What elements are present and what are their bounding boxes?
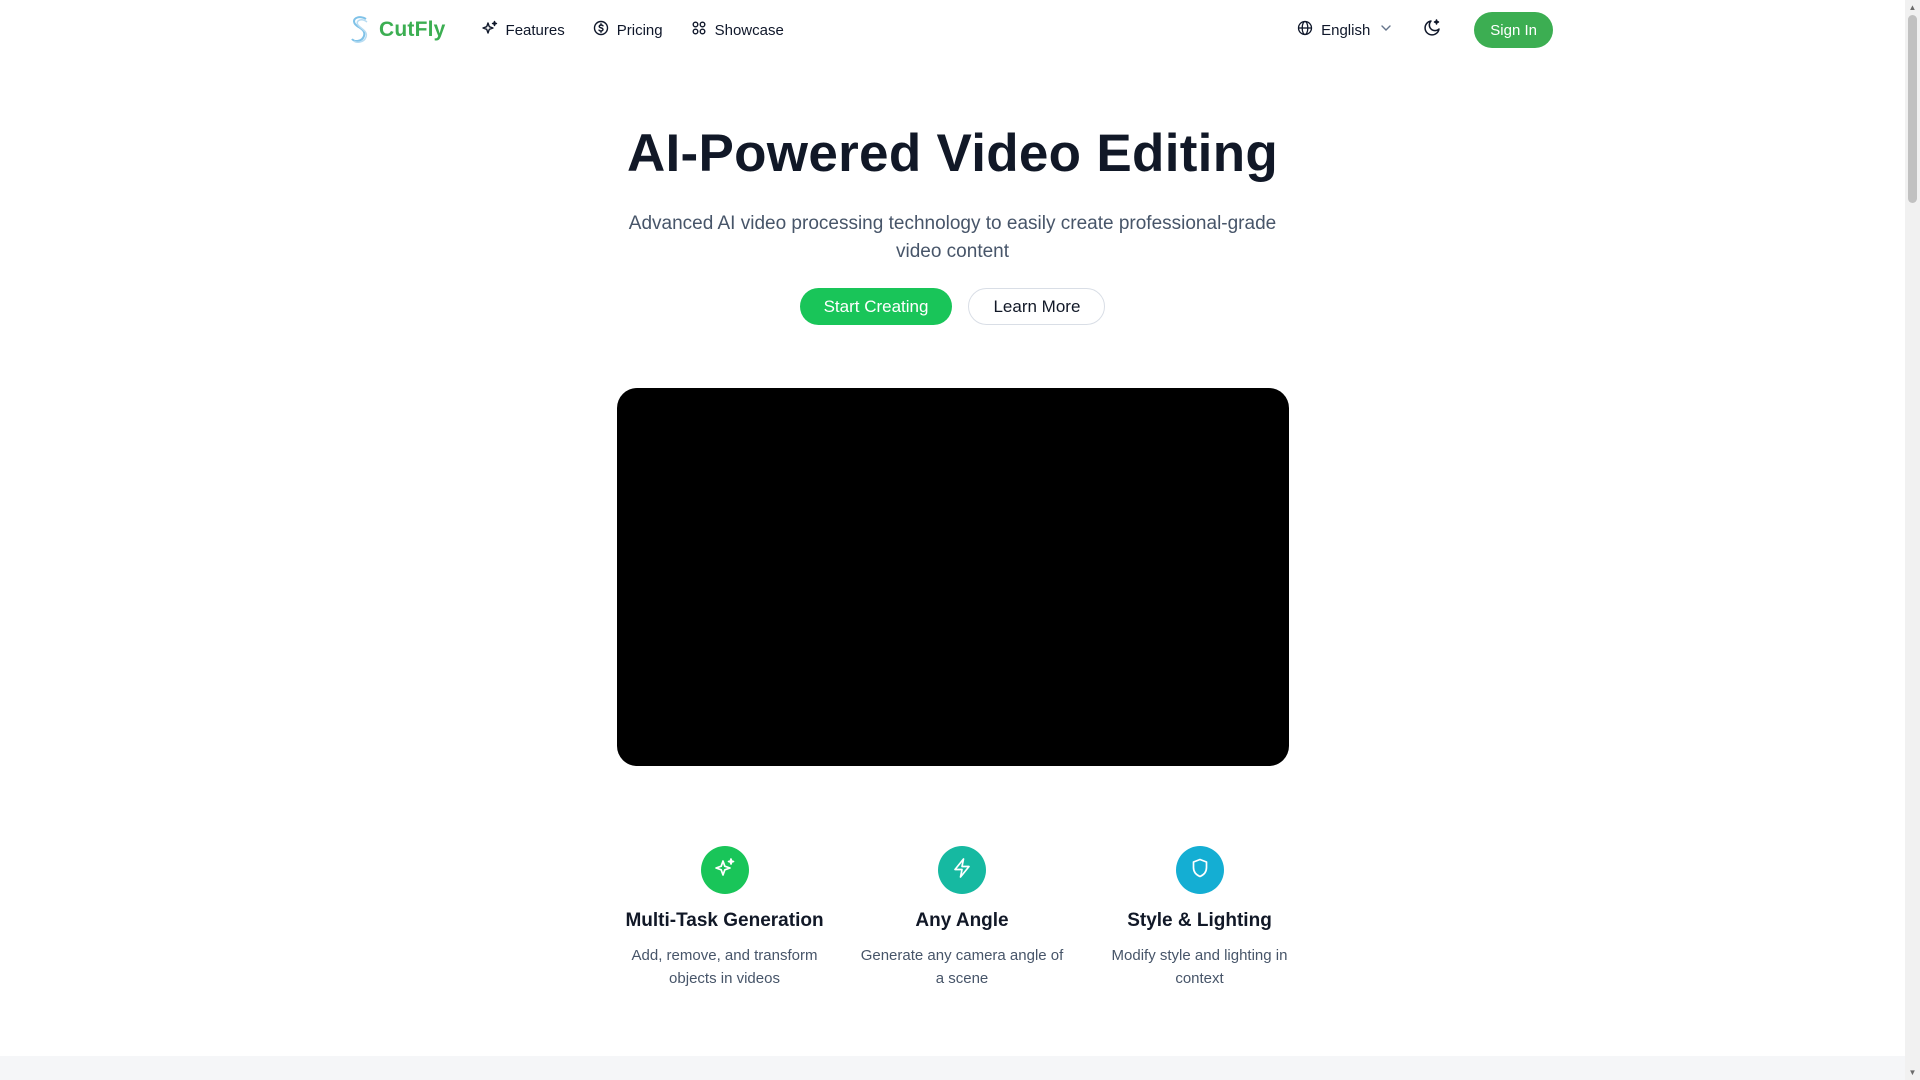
grid-icon bbox=[691, 20, 707, 40]
feature-icon-circle bbox=[938, 846, 986, 894]
start-creating-button[interactable]: Start Creating bbox=[799, 288, 953, 325]
feature-description: Add, remove, and transform objects in vi… bbox=[631, 947, 818, 987]
feature-icon-circle bbox=[700, 846, 749, 894]
feature-icon-circle bbox=[1175, 846, 1224, 894]
lightning-icon bbox=[951, 857, 973, 884]
language-label: English bbox=[1321, 21, 1371, 39]
hero-subtitle: Advanced AI video processing technology … bbox=[628, 213, 1277, 262]
sparkles-icon bbox=[481, 20, 498, 40]
scrollbar-thumb[interactable] bbox=[1908, 15, 1917, 203]
feature-any-angle: Any Angle Generate any camera angle of a… bbox=[855, 846, 1070, 990]
sign-in-button[interactable]: Sign In bbox=[1474, 12, 1553, 48]
video-player[interactable] bbox=[617, 388, 1289, 766]
dollar-circle-icon bbox=[593, 20, 609, 40]
nav-link-showcase[interactable]: Showcase bbox=[691, 20, 784, 40]
feature-title: Any Angle bbox=[915, 910, 1009, 931]
brand-home-link[interactable]: CutFly bbox=[349, 15, 446, 45]
nav-links: Features Pricing Showcase bbox=[481, 20, 784, 40]
learn-more-button[interactable]: Learn More bbox=[968, 288, 1106, 325]
feature-description: Modify style and lighting in context bbox=[1111, 947, 1288, 987]
brand-name: CutFly bbox=[379, 18, 446, 41]
scroll-down-arrow-icon[interactable]: ▼ bbox=[1908, 1068, 1917, 1077]
page-scrollbar[interactable]: ▲ ▼ bbox=[1905, 0, 1920, 1080]
feature-title: Style & Lighting bbox=[1127, 910, 1272, 931]
nav-link-label: Showcase bbox=[714, 21, 784, 39]
feature-description: Generate any camera angle of a scene bbox=[860, 947, 1064, 987]
chevron-down-icon bbox=[1378, 20, 1394, 40]
feature-multi-task: Multi-Task Generation Add, remove, and t… bbox=[617, 846, 832, 990]
s-swoosh-logo-icon bbox=[349, 15, 371, 45]
nav-link-label: Features bbox=[505, 21, 565, 39]
feature-title: Multi-Task Generation bbox=[625, 910, 824, 931]
features-section: Multi-Task Generation Add, remove, and t… bbox=[617, 846, 1307, 990]
language-selector[interactable]: English bbox=[1297, 20, 1394, 40]
moon-sparkle-icon bbox=[1422, 18, 1442, 43]
nav-link-features[interactable]: Features bbox=[481, 20, 565, 40]
top-navbar: CutFly Features Pricing Showcase English… bbox=[349, 10, 1553, 50]
theme-toggle-button[interactable] bbox=[1420, 18, 1444, 42]
next-section-band bbox=[0, 1056, 1905, 1080]
hero-section: AI-Powered Video Editing Advanced AI vid… bbox=[0, 118, 1905, 325]
sparkles-icon bbox=[714, 857, 736, 884]
nav-actions: English Sign In bbox=[1297, 12, 1553, 48]
nav-link-label: Pricing bbox=[616, 21, 663, 39]
hero-buttons: Start Creating Learn More bbox=[0, 288, 1905, 325]
hero-title: AI-Powered Video Editing bbox=[626, 124, 1279, 183]
globe-icon bbox=[1297, 20, 1313, 40]
shield-icon bbox=[1189, 857, 1211, 884]
nav-link-pricing[interactable]: Pricing bbox=[593, 20, 663, 40]
feature-style-lighting: Style & Lighting Modify style and lighti… bbox=[1092, 846, 1307, 990]
scroll-up-arrow-icon[interactable]: ▲ bbox=[1908, 3, 1917, 12]
